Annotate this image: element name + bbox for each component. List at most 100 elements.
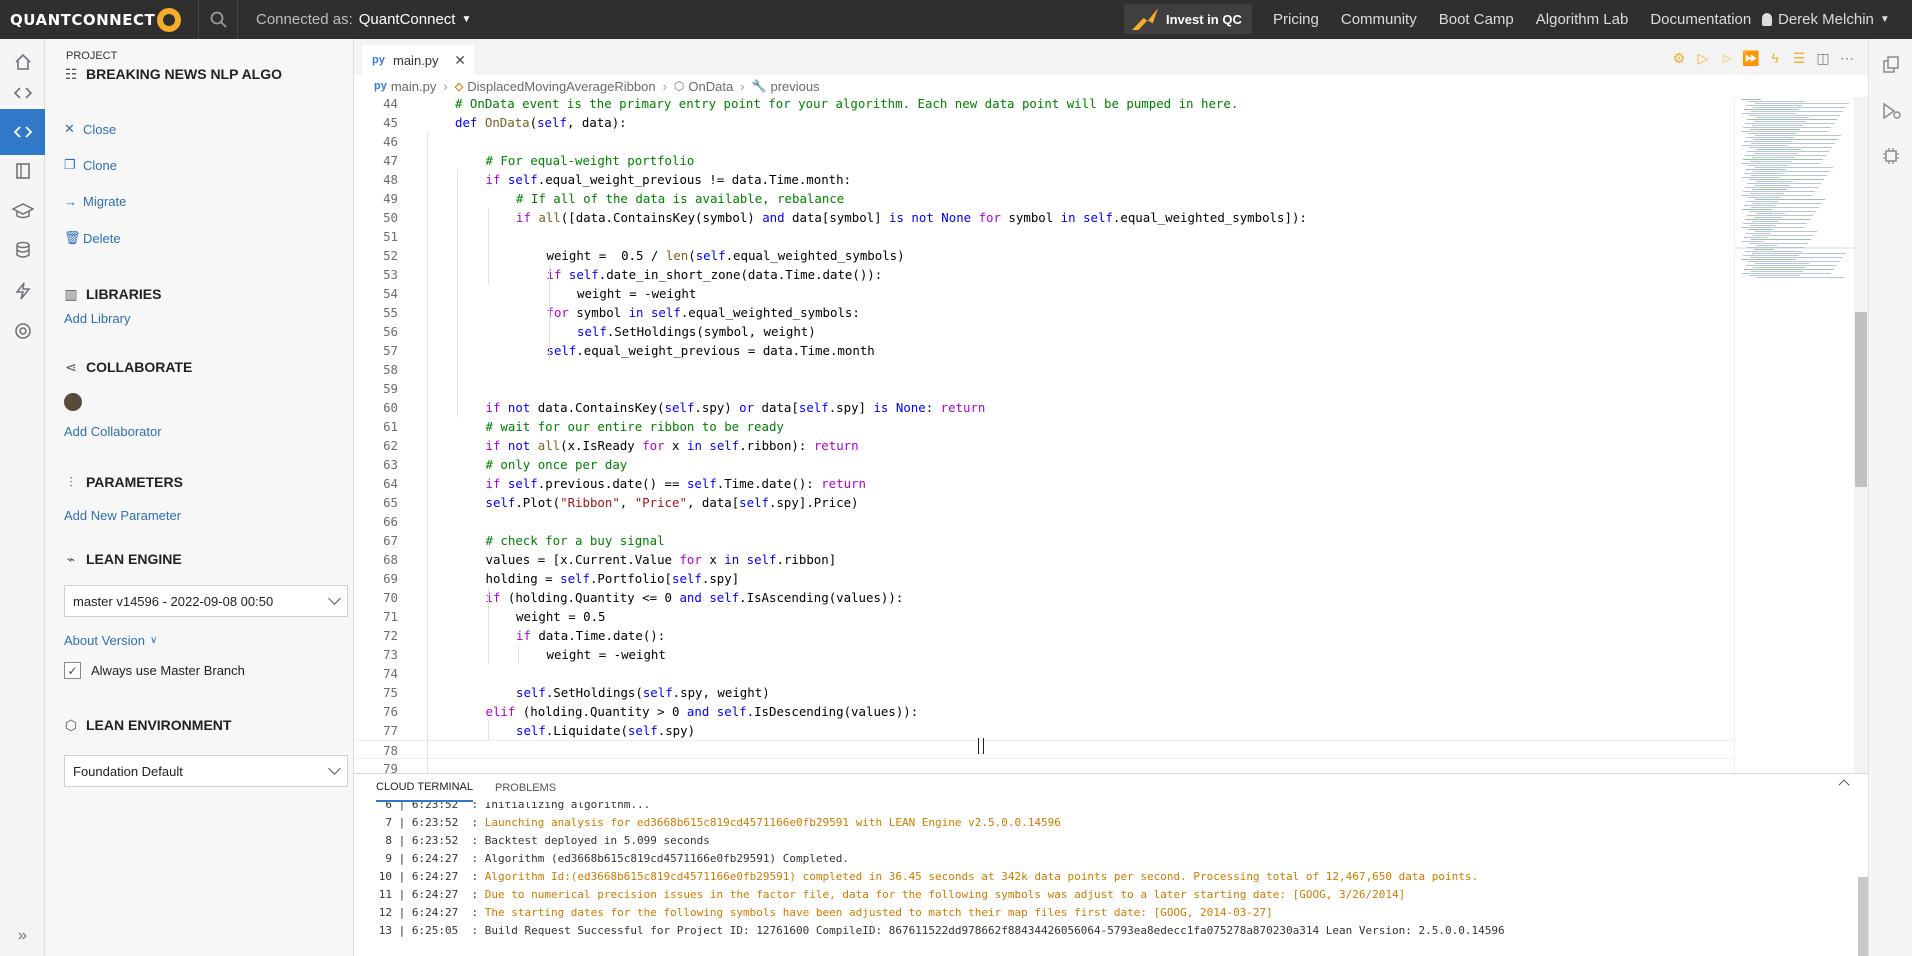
tab-problems[interactable]: PROBLEMS [495, 774, 556, 802]
code-line[interactable]: 45 def OnData(self, data): [354, 113, 1734, 132]
code-line[interactable]: 75 self.SetHoldings(self.spy, weight) [354, 683, 1734, 702]
invest-in-qc-button[interactable]: Invest in QC [1124, 4, 1252, 34]
search-button[interactable] [198, 0, 238, 39]
line-number: 46 [383, 134, 398, 149]
terminal-output[interactable]: 6 | 6:23:52 : Initializing algorithm... 7… [354, 802, 1868, 956]
always-master-checkbox[interactable]: ✓ [64, 662, 81, 679]
minimap-line [1746, 169, 1786, 170]
code-line[interactable]: 47 # For equal-weight portfolio [354, 151, 1734, 170]
minimap-line [1741, 195, 1812, 196]
code-line[interactable]: 55 for symbol in self.equal_weighted_symb… [354, 303, 1734, 322]
code-line[interactable]: 66 [354, 512, 1734, 531]
code-line[interactable]: 58 [354, 360, 1734, 379]
deploy-live-icon[interactable]: ϟ [1764, 50, 1786, 66]
editor-scrollbar-thumb[interactable] [1855, 312, 1867, 487]
collaborate-heading: ⋖ COLLABORATE [64, 359, 192, 376]
terminal-timestamp: | 6:24:27 : [392, 906, 485, 919]
code-line[interactable]: 50 if all([data.ContainsKey(symbol) and d… [354, 208, 1734, 227]
lean-engine-select[interactable]: master v14596 - 2022-09-08 00:50 [64, 585, 348, 617]
nav-community[interactable]: Community [1341, 11, 1417, 28]
collaborator-avatar[interactable] [64, 393, 82, 411]
code-line[interactable]: 69 holding = self.Portfolio[self.spy] [354, 569, 1734, 588]
stack-icon[interactable]: ☰ [1788, 50, 1810, 67]
code-minimap[interactable] [1734, 97, 1855, 773]
nav-boot-camp[interactable]: Boot Camp [1439, 11, 1514, 28]
code-line[interactable]: 74 [354, 664, 1734, 683]
code-line[interactable]: 49 # If all of the data is available, reb… [354, 189, 1734, 208]
code-line[interactable]: 76 elif (holding.Quantity > 0 and self.Is… [354, 702, 1734, 721]
breadcrumb-class[interactable]: DisplacedMovingAverageRibbon [467, 79, 655, 94]
code-line[interactable]: 72 if data.Time.date(): [354, 626, 1734, 645]
support-icon[interactable] [0, 308, 45, 354]
tab-main-py[interactable]: py main.py ✕ [362, 45, 474, 75]
code-line[interactable]: 64 if self.previous.date() == self.Time.d… [354, 474, 1734, 493]
close-tab-icon[interactable]: ✕ [454, 52, 466, 69]
split-editor-icon[interactable]: ◫ [1812, 50, 1834, 67]
add-library-link[interactable]: Add Library [64, 311, 130, 326]
minimap-line [1746, 265, 1837, 266]
breadcrumb-file[interactable]: main.py [391, 79, 437, 94]
chip-icon[interactable] [1869, 136, 1912, 176]
code-line[interactable]: 70 if (holding.Quantity <= 0 and self.IsA… [354, 588, 1734, 607]
code-editor[interactable]: 44 # OnData event is the primary entry po… [354, 97, 1734, 773]
nav-documentation[interactable]: Documentation [1650, 11, 1751, 28]
add-parameter-link[interactable]: Add New Parameter [64, 508, 181, 523]
code-line[interactable]: 61 # wait for our entire ribbon to be rea… [354, 417, 1734, 436]
breadcrumb-variable[interactable]: previous [771, 79, 820, 94]
code-line[interactable]: 52 weight = 0.5 / len(self.equal_weighted… [354, 246, 1734, 265]
lean-environment-select[interactable]: Foundation Default [64, 755, 348, 787]
expand-panel-icon[interactable]: » [0, 916, 45, 956]
minimap-line [1756, 117, 1809, 118]
user-menu[interactable]: Derek Melchin ▼ [1762, 0, 1890, 39]
code-line[interactable]: 46 [354, 132, 1734, 151]
code-line[interactable]: 77 self.Liquidate(self.spy) [354, 721, 1734, 740]
connected-prefix: Connected as: [256, 11, 353, 28]
code-line[interactable]: 56 self.SetHoldings(symbol, weight) [354, 322, 1734, 341]
nav-pricing[interactable]: Pricing [1273, 11, 1319, 28]
optimize-icon[interactable]: ⏩ [1740, 50, 1762, 67]
code-line[interactable]: 67 # check for a buy signal [354, 531, 1734, 550]
quantconnect-logo[interactable]: QUANTCONNECT [10, 6, 182, 33]
terminal-line: 8 | 6:23:52 : Backtest deployed in 5.099… [376, 834, 710, 852]
code-line[interactable]: 63 # only once per day [354, 455, 1734, 474]
minimap-line [1755, 103, 1849, 104]
terminal-scrollbar[interactable] [1858, 877, 1868, 956]
code-line[interactable]: 44 # OnData event is the primary entry po… [354, 97, 1734, 113]
clone-project-button[interactable]: ❐ Clone [64, 157, 117, 173]
about-version-link[interactable]: About Version ∨ [64, 633, 157, 648]
more-actions-icon[interactable]: ⋯ [1836, 50, 1858, 67]
code-line[interactable]: 51 [354, 227, 1734, 246]
code-line[interactable]: 79 [354, 759, 1734, 773]
code-line[interactable]: 53 if self.date_in_short_zone(data.Time.d… [354, 265, 1734, 284]
terminal-line-number: 13 [378, 924, 392, 937]
run-debug-icon[interactable] [1869, 91, 1912, 131]
connected-as-dropdown[interactable]: Connected as: QuantConnect ▼ [256, 0, 471, 39]
code-line[interactable]: 57 self.equal_weight_previous = data.Time… [354, 341, 1734, 360]
debug-icon[interactable]: ⊳ [1716, 50, 1738, 67]
nav-algorithm-lab[interactable]: Algorithm Lab [1536, 11, 1629, 28]
editor-scrollbar[interactable] [1854, 97, 1868, 773]
code-line[interactable]: 78 [354, 740, 1734, 759]
code-line[interactable]: 71 weight = 0.5 [354, 607, 1734, 626]
breadcrumb-method[interactable]: OnData [688, 79, 733, 94]
migrate-project-button[interactable]: → Migrate [64, 194, 126, 209]
settings-gear-icon[interactable]: ⚙ [1668, 50, 1690, 67]
code-line[interactable]: 73 weight = -weight [354, 645, 1734, 664]
delete-project-button[interactable]: 🗑 Delete [64, 230, 121, 246]
code-line[interactable]: 65 self.Plot("Ribbon", "Price", data[self… [354, 493, 1734, 512]
code-line[interactable]: 54 weight = -weight [354, 284, 1734, 303]
run-backtest-icon[interactable]: ▷ [1692, 50, 1714, 67]
code-text: if (holding.Quantity <= 0 and self.IsAsc… [485, 590, 904, 605]
copy-icon[interactable] [1869, 45, 1912, 85]
code-line[interactable]: 59 [354, 379, 1734, 398]
close-project-button[interactable]: ✕ Close [64, 121, 116, 137]
tab-cloud-terminal[interactable]: CLOUD TERMINAL [376, 774, 473, 802]
code-line[interactable]: 48 if self.equal_weight_previous != data.… [354, 170, 1734, 189]
minimap-line [1751, 271, 1803, 272]
collapse-panel-icon[interactable] [1838, 779, 1850, 791]
code-line[interactable]: 62 if not all(x.IsReady for x in self.rib… [354, 436, 1734, 455]
code-line[interactable]: 68 values = [x.Current.Value for x in sel… [354, 550, 1734, 569]
database-icon[interactable] [0, 227, 45, 273]
add-collaborator-link[interactable]: Add Collaborator [64, 424, 162, 439]
code-line[interactable]: 60 if not data.ContainsKey(self.spy) or d… [354, 398, 1734, 417]
